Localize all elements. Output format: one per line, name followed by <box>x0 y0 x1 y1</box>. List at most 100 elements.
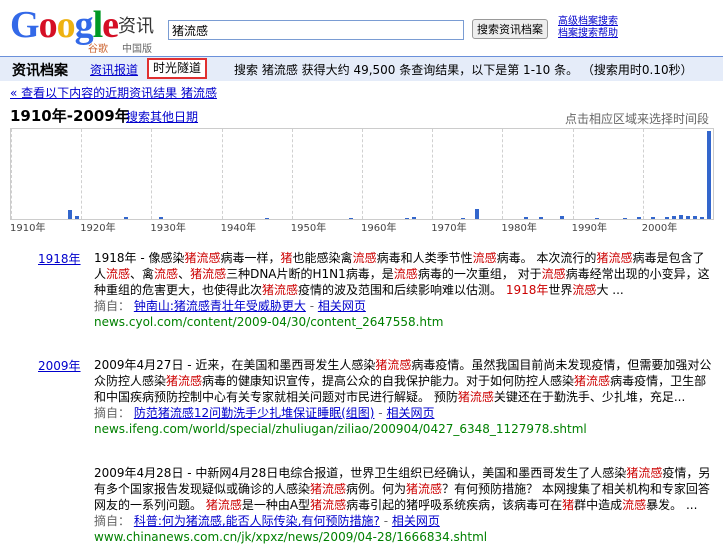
product-name: 资讯 <box>118 16 154 37</box>
snippet-text: 病毒。 本次流行的 <box>496 251 597 265</box>
result-source: 摘自： 科普:何为猪流感,能否人际传染,有何预防措施? - 相关网页 <box>94 513 716 529</box>
separator: - <box>374 406 387 420</box>
timeline-hint: 点击相应区域来选择时间段 <box>564 112 709 126</box>
snippet-text: 2009年4月27日 - 近来，在美国和墨西哥发生人感染 <box>94 358 376 372</box>
timeline-bar-1918[interactable] <box>68 210 73 219</box>
search-other-dates-link[interactable]: 搜索其他日期 <box>126 108 198 125</box>
snippet-text: 病毒的健康知识宣传，提高公众的自我保护能力。对于如何防控人感染 <box>202 374 575 388</box>
highlight-term: 流感 <box>106 267 131 281</box>
snippet-text: 群中造成 <box>574 498 623 512</box>
snippet-text: 、禽 <box>130 267 155 281</box>
advanced-links: 高级档案搜索 档案搜索帮助 <box>558 16 618 40</box>
grid-line <box>362 129 363 219</box>
result-url: news.ifeng.com/world/special/zhuliugan/z… <box>94 422 587 436</box>
x-tick-label: 2000年 <box>641 223 678 234</box>
highlight-term: 流感 <box>572 283 597 297</box>
timeline-axis: 1910年 1920年 1930年 1940年 1950年 1960年 1970年 1980年… <box>10 219 712 234</box>
archive-search-help-link[interactable]: 档案搜索帮助 <box>558 28 618 40</box>
result-year-link[interactable]: 2009年 <box>38 357 81 374</box>
snippet-text: 世界 <box>548 283 573 297</box>
snippet-text: 病毒引起的猪呼吸系统疾病，该病毒可在 <box>346 498 563 512</box>
result-stats: 搜索 猪流感 获得大约 49,500 条查询结果，以下是第 1-10 条。 （搜… <box>234 63 693 77</box>
x-tick-label: 1960年 <box>361 223 397 234</box>
search-input[interactable] <box>168 20 464 40</box>
date-range-title: 1910年-2009年 <box>10 107 130 125</box>
highlight-term: 猪流感 <box>457 390 494 404</box>
result-body: 2009年4月27日 - 近来，在美国和墨西哥发生人感染猪流感病毒疫情。虽然我国… <box>94 357 716 437</box>
snippet-text: 病例。何为 <box>346 482 407 496</box>
related-pages-link[interactable]: 相关网页 <box>318 299 366 313</box>
x-tick-label: 1990年 <box>571 223 608 234</box>
snippet-text: 关键还在于勤洗手、少扎堆，充足... <box>493 390 686 404</box>
snippet-text: 病毒一样， <box>220 251 281 265</box>
highlight-term: 猪流感 <box>184 251 221 265</box>
x-tick-label: 1920年 <box>80 223 116 234</box>
highlight-term: 猪流感 <box>166 374 203 388</box>
highlight-term: 猪流感 <box>626 466 663 480</box>
highlight-term: 流感 <box>393 267 418 281</box>
grid-line <box>502 129 504 219</box>
tab-news-reports[interactable]: 资讯报道 <box>90 61 138 78</box>
search-archive-button[interactable]: 搜索资讯档案 <box>472 19 548 39</box>
result-snippet: 2009年4月28日 - 中新网4月28日电综合报道，世界卫生组织已经确认，美国… <box>94 465 716 513</box>
result-snippet: 1918年 - 像感染猪流感病毒一样，猪也能感染禽流感病毒和人类季节性流感病毒。… <box>94 250 716 298</box>
highlight-term: 1918年 <box>505 283 549 297</box>
timeline-bar-2009[interactable] <box>706 131 711 219</box>
result-snippet: 2009年4月27日 - 近来，在美国和墨西哥发生人感染猪流感病毒疫情。虽然我国… <box>94 357 716 405</box>
result-year-link[interactable]: 1918年 <box>38 250 81 267</box>
x-tick-label: 1930年 <box>150 223 186 234</box>
source-article-link[interactable]: 钟南山:猪流感青壮年受威胁更大 <box>134 299 306 313</box>
x-tick-label: 1970年 <box>431 223 467 234</box>
highlight-term: 猪流感 <box>574 374 611 388</box>
grid-line <box>151 129 153 219</box>
snippet-text: 是一种由A型 <box>241 498 311 512</box>
highlight-term: 猪 <box>562 498 575 512</box>
excerpt-label: 摘自： <box>94 299 134 313</box>
snippet-text: 也能感染禽 <box>292 251 353 265</box>
highlight-term: 猪流感 <box>310 482 347 496</box>
separator: - <box>305 299 318 313</box>
snippet-text: 大 ... <box>596 283 624 297</box>
grid-line <box>221 129 223 219</box>
snippet-text: 2009年4月28日 - 中新网4月28日电综合报道，世界卫生组织已经确认，美国… <box>94 466 627 480</box>
timeline-chart[interactable] <box>10 128 714 220</box>
highlight-term: 流感 <box>352 251 377 265</box>
grid-line <box>11 129 12 219</box>
highlight-term: 流感 <box>472 251 497 265</box>
timeline-bar-1976[interactable] <box>475 209 480 219</box>
x-tick-label: 1940年 <box>220 223 257 234</box>
excerpt-label: 摘自： <box>94 406 134 420</box>
related-pages-link[interactable]: 相关网页 <box>392 514 440 528</box>
highlight-term: 猪 <box>280 251 293 265</box>
tab-timeline[interactable]: 时光隧道 <box>147 58 208 79</box>
result-body: 2009年4月28日 - 中新网4月28日电综合报道，世界卫生组织已经确认，美国… <box>94 465 716 545</box>
google-logo[interactable]: Google 谷歌 中国版 <box>10 6 152 55</box>
highlight-term: 猪流感 <box>375 358 412 372</box>
grid-line <box>81 129 83 219</box>
source-article-link[interactable]: 科普:何为猪流感,能否人际传染,有何预防措施? <box>134 514 380 528</box>
x-tick-label: 1980年 <box>501 223 537 234</box>
recent-results-link[interactable]: « 查看以下内容的近期资讯结果 猪流感 <box>10 84 217 101</box>
snippet-text: 病毒和人类季节性 <box>376 251 473 265</box>
highlight-term: 流感 <box>622 498 647 512</box>
advanced-archive-search-link[interactable]: 高级档案搜索 <box>558 16 618 28</box>
highlight-term: 猪流感 <box>596 251 633 265</box>
highlight-term: 流感 <box>541 267 566 281</box>
highlight-term: 猪流感 <box>310 498 347 512</box>
snippet-text: 三种DNA片断的H1N1病毒，是 <box>226 267 394 281</box>
grid-line <box>432 129 434 219</box>
snippet-text: 、 <box>178 267 191 281</box>
nav-bar: 资讯档案 资讯报道 时光隧道 搜索 猪流感 获得大约 49,500 条查询结果，… <box>0 56 723 81</box>
snippet-text: 疫情的波及范围和后续影响难以估测。 <box>298 283 506 297</box>
excerpt-label: 摘自： <box>94 514 134 528</box>
logo-region-text: 中国版 <box>122 44 152 55</box>
grid-line <box>642 129 644 219</box>
highlight-term: 猪流感 <box>205 498 242 512</box>
snippet-text: 暴发。 ... <box>646 498 698 512</box>
x-tick-label: 1910年 <box>10 223 46 234</box>
source-article-link[interactable]: 防范猪流感12问勤洗手少扎堆保证睡眠(组图) <box>134 406 375 420</box>
result-body: 1918年 - 像感染猪流感病毒一样，猪也能感染禽流感病毒和人类季节性流感病毒。… <box>94 250 716 330</box>
archive-title: 资讯档案 <box>12 63 68 79</box>
related-pages-link[interactable]: 相关网页 <box>386 406 434 420</box>
logo-cn-text: 谷歌 <box>88 44 108 55</box>
